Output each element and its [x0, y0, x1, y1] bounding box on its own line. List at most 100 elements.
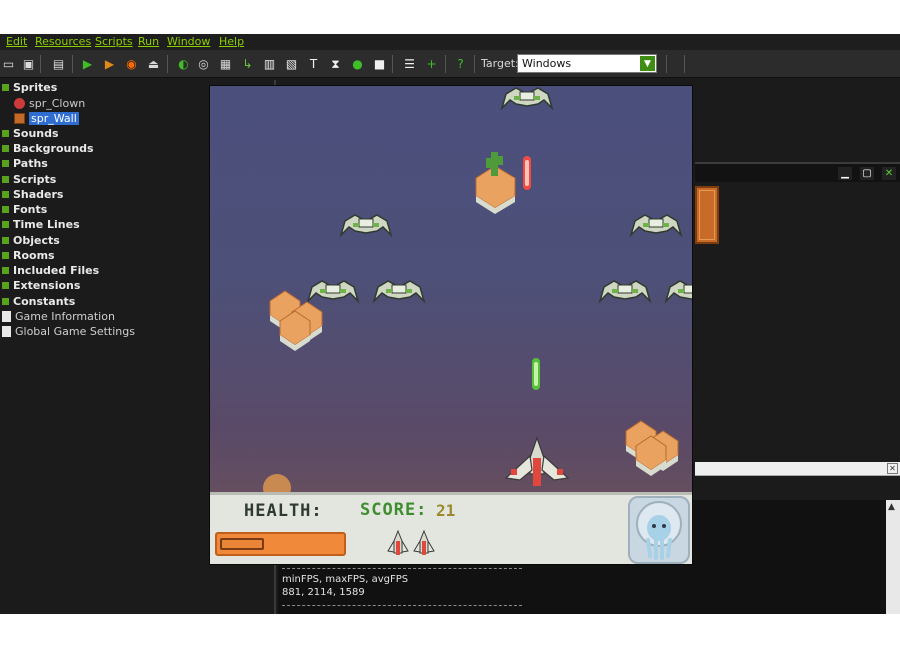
folder-icon — [2, 281, 9, 289]
tree-sprites[interactable]: Sprites — [2, 80, 57, 94]
create-timeline-icon[interactable]: ⧗ — [328, 56, 343, 71]
tree-game-information[interactable]: Game Information — [2, 309, 115, 323]
menu-run[interactable]: Run — [138, 35, 159, 48]
output-scrollbar[interactable]: ▲ — [886, 500, 900, 614]
target-select[interactable]: Windows ▼ — [517, 54, 657, 73]
document-icon — [2, 310, 11, 322]
menu-bar: Edit Resources Scripts Run Window Help — [0, 34, 900, 50]
tree-global-game-settings[interactable]: Global Game Settings — [2, 324, 135, 338]
folder-icon — [2, 159, 9, 167]
health-bar-fill — [220, 538, 264, 550]
minimize-icon[interactable]: ▁ — [838, 167, 852, 180]
tree-rooms[interactable]: Rooms — [2, 248, 55, 262]
create-shader-icon[interactable]: ▧ — [284, 56, 299, 71]
create-room-icon[interactable]: ■ — [372, 56, 387, 71]
clean-icon[interactable]: ⏏ — [146, 56, 161, 71]
export-icon[interactable]: ▤ — [51, 56, 66, 71]
alien-pilot-icon — [636, 501, 682, 560]
menu-help[interactable]: Help — [219, 35, 244, 48]
run-icon[interactable]: ▶ — [80, 56, 95, 71]
score-value: 21 — [436, 501, 456, 520]
maximize-icon[interactable]: ▢ — [860, 167, 874, 180]
tree-time-lines[interactable]: Time Lines — [2, 217, 80, 231]
folder-icon — [2, 144, 9, 152]
tree-shaders[interactable]: Shaders — [2, 187, 63, 201]
enemy-laser — [523, 156, 531, 190]
folder-icon — [2, 266, 9, 274]
wall-sprite-icon — [14, 112, 25, 124]
create-path-icon[interactable]: ↳ — [240, 56, 255, 71]
add-extension-icon[interactable]: + — [424, 56, 439, 71]
lives-indicator — [387, 529, 435, 555]
tree-constants[interactable]: Constants — [2, 294, 75, 308]
enemy-ship — [373, 280, 425, 302]
folder-icon — [2, 205, 9, 213]
toolbar-separator — [392, 55, 393, 73]
tree-spr-wall[interactable]: spr_Wall — [14, 111, 79, 125]
game-window[interactable]: HEALTH: SCORE: 21 — [209, 85, 693, 565]
menu-scripts[interactable]: Scripts — [95, 35, 133, 48]
toolbar-separator — [72, 55, 73, 73]
help-icon[interactable]: ? — [453, 56, 468, 71]
folder-icon — [2, 83, 9, 91]
create-sprite-icon[interactable]: ◐ — [176, 56, 191, 71]
editor-window-titlebar: ▁ ▢ ✕ — [695, 162, 900, 182]
output-divider — [282, 568, 522, 569]
asteroid-island — [625, 420, 679, 477]
menu-edit[interactable]: Edit — [6, 35, 27, 48]
tree-extensions[interactable]: Extensions — [2, 278, 80, 292]
cactus-island — [475, 152, 516, 214]
tree-fonts[interactable]: Fonts — [2, 202, 47, 216]
folder-icon — [2, 251, 9, 259]
tree-paths[interactable]: Paths — [2, 156, 48, 170]
folder-icon — [2, 190, 9, 198]
output-line: minFPS, maxFPS, avgFPS — [282, 574, 409, 585]
create-font-icon[interactable]: T — [306, 56, 321, 71]
player-ship — [504, 436, 570, 486]
pilot-avatar — [628, 496, 690, 564]
tree-spr-clown[interactable]: spr_Clown — [14, 96, 85, 110]
enemy-ship — [665, 280, 692, 302]
menu-resources[interactable]: Resources — [35, 35, 91, 48]
folder-icon — [2, 220, 9, 228]
folder-icon — [2, 297, 9, 305]
enemy-ship — [307, 280, 359, 302]
game-information-icon[interactable]: ☰ — [402, 56, 417, 71]
close-icon[interactable]: ✕ — [882, 167, 896, 180]
enemy-ship — [599, 280, 651, 302]
clown-sprite-icon — [14, 97, 25, 109]
folder-icon — [2, 175, 9, 183]
create-script-icon[interactable]: ▥ — [262, 56, 277, 71]
debug-run-icon[interactable]: ▶ — [102, 56, 117, 71]
tree-backgrounds[interactable]: Backgrounds — [2, 141, 94, 155]
toolbar-separator — [445, 55, 446, 73]
close-panel-icon[interactable]: ✕ — [887, 463, 898, 474]
stop-icon[interactable]: ◉ — [124, 56, 139, 71]
toolbar-separator — [474, 55, 475, 73]
open-icon[interactable]: ▭ — [1, 56, 16, 71]
scroll-up-icon[interactable]: ▲ — [888, 502, 895, 512]
folder-icon — [2, 129, 9, 137]
chevron-down-icon[interactable]: ▼ — [640, 56, 655, 71]
save-icon[interactable]: ▣ — [21, 56, 36, 71]
tree-objects[interactable]: Objects — [2, 233, 60, 247]
wall-sprite-preview — [695, 186, 719, 244]
toolbar: ▭ ▣ ▤ ▶ ▶ ◉ ⏏ ◐ ◎ ▦ ↳ ▥ ▧ T ⧗ ● ■ ☰ + ? — [0, 50, 900, 78]
create-object-icon[interactable]: ● — [350, 56, 365, 71]
enemy-ship — [630, 214, 682, 236]
health-label: HEALTH: — [244, 501, 323, 521]
create-sound-icon[interactable]: ◎ — [196, 56, 211, 71]
enemy-ship — [501, 87, 553, 109]
screen: Edit Resources Scripts Run Window Help ▭… — [0, 0, 900, 650]
tree-included-files[interactable]: Included Files — [2, 263, 99, 277]
tree-scripts[interactable]: Scripts — [2, 172, 56, 186]
toolbar-separator — [40, 55, 41, 73]
life-ship-icon — [387, 529, 409, 555]
tree-sounds[interactable]: Sounds — [2, 126, 59, 140]
menu-window[interactable]: Window — [167, 35, 210, 48]
toolbar-separator — [666, 55, 667, 73]
folder-icon — [2, 236, 9, 244]
life-ship-icon — [413, 529, 435, 555]
create-background-icon[interactable]: ▦ — [218, 56, 233, 71]
toolbar-separator — [684, 55, 685, 73]
